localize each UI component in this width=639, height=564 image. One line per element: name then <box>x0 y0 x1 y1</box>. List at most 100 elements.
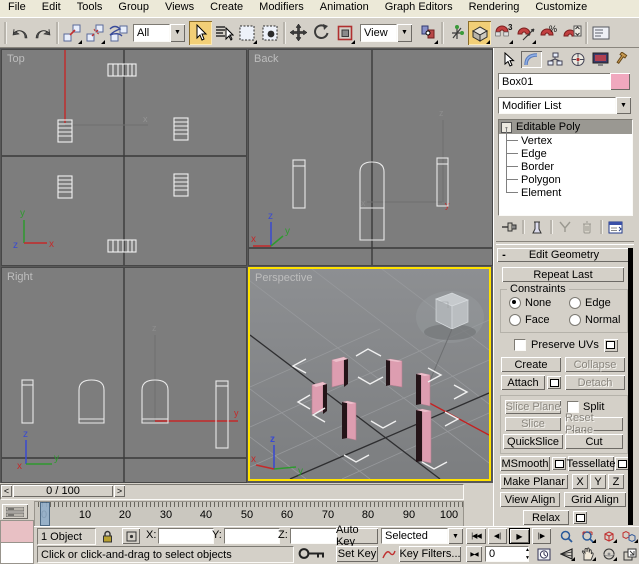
stack-subitem-vertex[interactable]: Vertex <box>499 134 632 147</box>
spinner-up-icon[interactable]: ▲ <box>523 546 532 554</box>
chevron-down-icon[interactable]: ▼ <box>448 528 463 544</box>
radio-face[interactable] <box>509 314 521 326</box>
rollout-header-edit-geometry[interactable]: - Edit Geometry <box>497 248 631 262</box>
preserve-uvs-settings-button[interactable] <box>604 339 618 352</box>
collapse-button[interactable]: Collapse <box>565 357 625 372</box>
select-and-move-button[interactable] <box>287 21 310 45</box>
make-planar-x-button[interactable]: X <box>572 474 588 489</box>
select-and-link-button[interactable] <box>60 21 83 45</box>
tab-motion[interactable] <box>567 51 588 68</box>
pan-button[interactable] <box>578 546 597 562</box>
zoom-button[interactable] <box>557 528 576 544</box>
menu-graph-editors[interactable]: Graph Editors <box>377 0 461 15</box>
use-pivot-point-center-button[interactable] <box>416 21 439 45</box>
tab-create[interactable] <box>498 51 519 68</box>
min-max-toggle-button[interactable] <box>620 546 639 562</box>
absolute-mode-toggle[interactable] <box>122 528 140 544</box>
back-viewport-canvas[interactable]: z x y z x y <box>249 50 492 265</box>
named-selection-sets-button[interactable] <box>589 21 612 45</box>
modifier-list-dropdown[interactable]: Modifier List ▼ <box>498 97 631 114</box>
time-configuration-button[interactable] <box>535 546 553 562</box>
menu-file[interactable]: File <box>0 0 34 15</box>
angle-snap-angle-button[interactable] <box>514 21 537 45</box>
radio-none[interactable] <box>509 297 521 309</box>
go-to-start-button[interactable]: |◀◀ <box>466 528 486 544</box>
view-align-button[interactable]: View Align <box>500 492 560 507</box>
set-keys-button[interactable] <box>295 545 329 562</box>
stack-subitem-polygon[interactable]: Polygon <box>499 173 632 186</box>
maxscript-mini-listener-pink[interactable] <box>0 520 34 543</box>
undo-button[interactable] <box>8 21 31 45</box>
repeat-last-button[interactable]: Repeat Last <box>502 267 624 282</box>
panel-scrollbar[interactable] <box>628 248 633 525</box>
make-planar-button[interactable]: Make Planar <box>500 474 568 489</box>
zoom-extents-button[interactable] <box>599 528 618 544</box>
previous-frame-button[interactable]: ◀| <box>488 528 507 544</box>
show-end-result-button[interactable] <box>526 219 548 236</box>
radio-edge[interactable] <box>569 297 581 309</box>
tab-modify[interactable] <box>521 51 542 68</box>
next-frame-button[interactable]: |▶ <box>532 528 551 544</box>
viewport-perspective[interactable]: z x y Perspective <box>248 267 491 481</box>
angle-snap-toggle-button[interactable]: 3 <box>491 21 514 45</box>
unlink-selection-button[interactable] <box>83 21 106 45</box>
mini-curve-editor-button[interactable] <box>2 504 28 519</box>
track-bar[interactable]: 0 10 20 30 40 50 60 70 80 90 100 <box>0 500 493 526</box>
snaps-toggle-button[interactable] <box>468 21 491 45</box>
menu-views[interactable]: Views <box>157 0 202 15</box>
menu-create[interactable]: Create <box>202 0 251 15</box>
make-unique-button[interactable] <box>554 219 576 236</box>
reference-coordinate-system-dropdown[interactable]: View ▼ <box>360 24 412 42</box>
menu-modifiers[interactable]: Modifiers <box>251 0 312 15</box>
stack-item-editable-poly[interactable]: - Editable Poly <box>499 120 632 134</box>
tab-display[interactable] <box>590 51 611 68</box>
transform-gizmo[interactable]: x <box>65 50 148 125</box>
detach-button[interactable]: Detach <box>565 375 625 390</box>
transform-gizmo[interactable]: z y <box>152 323 239 421</box>
select-by-name-button[interactable] <box>212 21 235 45</box>
cut-button[interactable]: Cut <box>565 434 623 449</box>
right-viewport-canvas[interactable]: z y z x y <box>2 268 246 482</box>
select-and-scale-button[interactable] <box>333 21 356 45</box>
maxscript-mini-listener-white[interactable] <box>0 542 34 564</box>
menu-edit[interactable]: Edit <box>34 0 69 15</box>
radio-normal[interactable] <box>569 314 581 326</box>
reset-plane-button[interactable]: Reset Plane <box>565 417 623 431</box>
rectangular-selection-region-button[interactable] <box>235 21 258 45</box>
set-key-button[interactable]: Set Key <box>336 546 378 562</box>
remove-modifier-button[interactable] <box>576 219 598 236</box>
zoom-all-button[interactable] <box>578 528 597 544</box>
preserve-uvs-checkbox[interactable] <box>514 339 526 351</box>
time-slider-prev-button[interactable]: < <box>1 485 12 497</box>
current-frame-marker[interactable] <box>40 502 50 526</box>
time-slider-handle[interactable]: 0 / 100 <box>13 485 113 497</box>
chevron-down-icon[interactable]: ▼ <box>170 24 185 42</box>
x-coord-field[interactable] <box>158 528 214 544</box>
field-of-view-button[interactable] <box>557 546 576 562</box>
selection-filter-dropdown[interactable]: All ▼ <box>133 24 185 42</box>
default-in-out-tangents-button[interactable] <box>381 546 397 562</box>
pin-stack-button[interactable] <box>498 219 520 236</box>
z-coord-field[interactable] <box>290 528 338 544</box>
perspective-viewport-canvas[interactable]: z x y <box>250 269 489 479</box>
object-name-field[interactable]: Box01 <box>498 73 612 90</box>
tessellate-button[interactable]: Tessellate <box>568 456 614 471</box>
msmooth-button[interactable]: MSmooth <box>500 456 550 471</box>
top-viewport-canvas[interactable]: x y x z <box>2 50 246 265</box>
menu-animation[interactable]: Animation <box>312 0 377 15</box>
slice-plane-button[interactable]: Slice Plane <box>505 400 561 414</box>
select-object-button[interactable] <box>189 21 212 45</box>
select-and-manipulate-button[interactable] <box>445 21 468 45</box>
chevron-down-icon[interactable]: ▼ <box>616 97 631 114</box>
create-button[interactable]: Create <box>501 357 561 372</box>
menu-rendering[interactable]: Rendering <box>461 0 528 15</box>
viewport-back[interactable]: z x y z x y Back <box>248 49 493 266</box>
menu-group[interactable]: Group <box>110 0 157 15</box>
constraint-edge-option[interactable]: Edge <box>569 297 611 309</box>
relax-settings-button[interactable] <box>573 511 587 524</box>
key-selection-dropdown[interactable]: Selected ▼ <box>381 528 463 544</box>
constraint-normal-option[interactable]: Normal <box>569 314 620 326</box>
quickslice-button[interactable]: QuickSlice <box>503 434 563 449</box>
window-crossing-toggle-button[interactable] <box>258 21 281 45</box>
time-slider-next-button[interactable]: > <box>114 485 125 497</box>
